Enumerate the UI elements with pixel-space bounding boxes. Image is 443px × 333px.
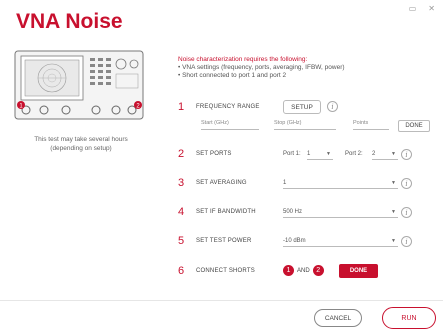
step-label: SET IF BANDWIDTH xyxy=(196,209,256,215)
step-number: 6 xyxy=(178,265,185,277)
duration-note: This test may take several hours (depend… xyxy=(34,136,128,152)
if-bandwidth-select[interactable]: 500 Hz ▼ xyxy=(283,207,398,218)
vna-instrument-illustration: 1 2 xyxy=(14,50,144,120)
stop-frequency-field[interactable]: Stop (GHz) xyxy=(274,120,336,130)
minimize-icon[interactable]: ▭ xyxy=(409,4,417,13)
window-controls: ▭ ✕ xyxy=(409,4,435,13)
step-frequency-range: 1 FREQUENCY RANGE xyxy=(178,100,291,114)
port-2-badge: 2 xyxy=(312,265,324,276)
chevron-down-icon: ▼ xyxy=(391,180,396,186)
requirements-heading: Noise characterization requires the foll… xyxy=(178,56,308,63)
step-set-if-bandwidth: 4 SET IF BANDWIDTH xyxy=(178,205,291,219)
port-1-badge: 1 xyxy=(283,265,294,276)
port1-label: Port 1: xyxy=(283,151,301,157)
requirements-info: Noise characterization requires the foll… xyxy=(178,56,345,80)
requirement-line-2: • Short connected to port 1 and port 2 xyxy=(178,72,287,79)
step-number: 5 xyxy=(178,235,185,247)
port2-select[interactable]: 2 ▼ xyxy=(372,149,398,160)
vna-noise-window: ▭ ✕ VNA Noise 1 2 This test may take sev… xyxy=(0,0,443,333)
setup-button[interactable]: SETUP xyxy=(283,100,321,114)
info-icon[interactable]: i xyxy=(401,178,412,189)
shorts-done-button[interactable]: DONE xyxy=(339,264,378,278)
frequency-done-button[interactable]: DONE xyxy=(398,120,430,132)
test-power-select[interactable]: -10 dBm ▼ xyxy=(283,236,398,247)
step-set-test-power: 5 SET TEST POWER xyxy=(178,234,291,248)
cancel-button[interactable]: CANCEL xyxy=(314,309,362,327)
step-connect-shorts: 6 CONNECT SHORTS xyxy=(178,264,291,278)
close-icon[interactable]: ✕ xyxy=(428,4,435,13)
step-label: SET TEST POWER xyxy=(196,238,252,244)
step-set-ports: 2 SET PORTS xyxy=(178,147,291,161)
step-label: FREQUENCY RANGE xyxy=(196,104,260,110)
start-frequency-field[interactable]: Start (GHz) xyxy=(201,120,259,130)
step-number: 1 xyxy=(178,101,185,113)
port1-select[interactable]: 1 ▼ xyxy=(307,149,333,160)
footer-divider xyxy=(0,300,443,301)
step-number: 4 xyxy=(178,206,185,218)
run-button[interactable]: RUN xyxy=(382,307,436,329)
step-label: SET AVERAGING xyxy=(196,180,247,186)
step-number: 3 xyxy=(178,177,185,189)
chevron-down-icon: ▼ xyxy=(391,151,396,157)
points-field[interactable]: Points xyxy=(353,120,389,130)
chevron-down-icon: ▼ xyxy=(391,209,396,215)
info-icon[interactable]: i xyxy=(401,236,412,247)
chevron-down-icon: ▼ xyxy=(391,238,396,244)
step-number: 2 xyxy=(178,148,185,160)
step-label: SET PORTS xyxy=(196,151,232,157)
info-icon[interactable]: i xyxy=(401,207,412,218)
step-label: CONNECT SHORTS xyxy=(196,268,255,274)
port2-label: Port 2: xyxy=(345,151,363,157)
info-icon[interactable]: i xyxy=(401,149,412,160)
and-label: AND xyxy=(297,267,310,274)
averaging-select[interactable]: 1 ▼ xyxy=(283,178,398,189)
info-icon[interactable]: i xyxy=(327,101,338,112)
page-title: VNA Noise xyxy=(16,10,123,33)
shorts-indicator: 1 AND 2 xyxy=(283,265,324,276)
chevron-down-icon: ▼ xyxy=(326,151,331,157)
requirement-line-1: • VNA settings (frequency, ports, averag… xyxy=(178,64,345,71)
step-set-averaging: 3 SET AVERAGING xyxy=(178,176,291,190)
